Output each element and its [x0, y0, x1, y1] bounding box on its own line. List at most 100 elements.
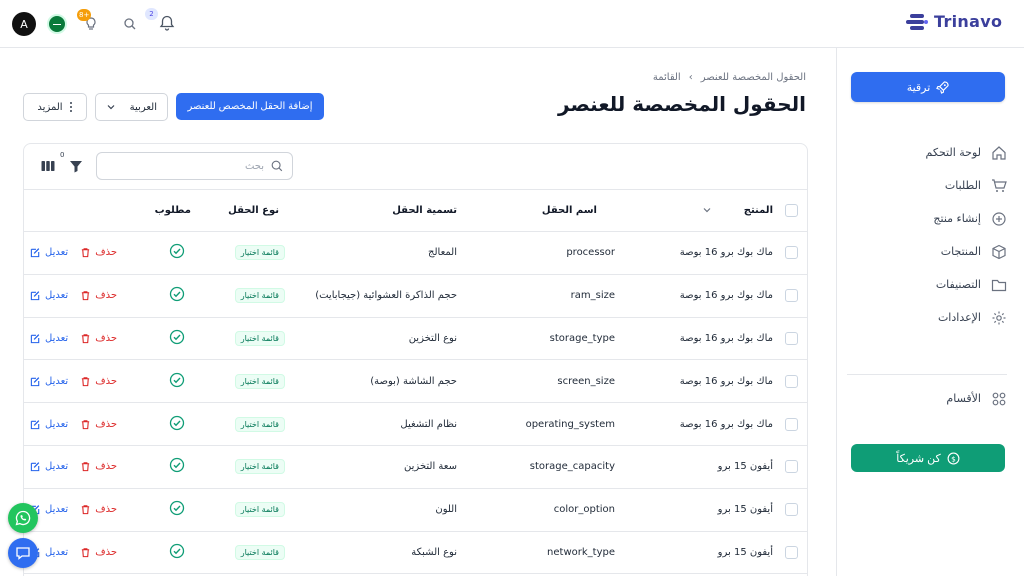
product-cell: ماك بوك برو 16 بوصة: [679, 375, 773, 387]
row-checkbox[interactable]: [784, 331, 798, 345]
field-name-cell: network_type: [547, 546, 615, 558]
breadcrumb: الحقول المخصصة للعنصر › القائمة: [653, 72, 806, 83]
edit-icon: [30, 334, 40, 344]
upgrade-label: ترقية: [906, 81, 931, 94]
brand-logo[interactable]: Trinavo: [906, 12, 1002, 31]
actions-cell: حذف تعديل: [24, 317, 123, 360]
sidebar-item-categories[interactable]: التصنيفات: [837, 268, 1024, 301]
sidebar-item-products[interactable]: المنتجات: [837, 235, 1024, 268]
trash-icon: [82, 248, 90, 258]
sidebar-item-settings[interactable]: الإعدادات: [837, 301, 1024, 334]
field-type-badge: قائمة اختيار: [234, 330, 285, 346]
search-input[interactable]: [114, 160, 264, 172]
edit-button[interactable]: تعديل: [30, 333, 68, 344]
product-cell: أيفون 15 برو: [717, 461, 773, 473]
edit-label: تعديل: [45, 546, 69, 558]
check-circle-icon: [169, 329, 185, 345]
sidebar-item-create-product[interactable]: إنشاء منتج: [837, 202, 1024, 235]
sidebar-item-sections[interactable]: الأقسام: [837, 382, 1024, 415]
product-cell: ماك بوك برو 16 بوصة: [679, 418, 773, 430]
field-label-cell: المعالج: [428, 247, 457, 259]
delete-button[interactable]: حذف: [80, 504, 117, 515]
become-partner-button[interactable]: $ كن شريكاً: [851, 444, 1005, 472]
table-search[interactable]: [96, 152, 293, 180]
sidebar-sections: الأقسام: [837, 382, 1024, 415]
trash-icon: [82, 462, 90, 472]
field-type-badge: قائمة اختيار: [234, 288, 285, 304]
plus-circle-icon: [992, 211, 1006, 226]
table-row: أيفون 15 برو color_option اللون قائمة اختيا…: [24, 488, 807, 532]
whatsapp-button[interactable]: [8, 503, 38, 533]
trash-icon: [82, 334, 90, 344]
delete-label: حذف: [95, 290, 118, 302]
check-circle-icon: [169, 457, 185, 473]
table-row: ماك بوك برو 16 بوصة operating_system نظام …: [24, 403, 807, 446]
actions-cell: حذف تعديل: [24, 403, 123, 446]
delete-button[interactable]: حذف: [80, 419, 117, 430]
field-type-cell: قائمة اختيار: [193, 531, 293, 574]
edit-label: تعديل: [45, 332, 69, 344]
upgrade-button[interactable]: ترقية: [851, 72, 1005, 102]
row-checkbox[interactable]: [784, 503, 798, 517]
field-label-cell: اللون: [435, 504, 457, 516]
column-header-product[interactable]: المنتج: [623, 190, 773, 232]
filter-count: 0: [60, 151, 65, 159]
sidebar-item-dashboard[interactable]: لوحة التحكم: [837, 136, 1024, 169]
edit-label: تعديل: [45, 461, 69, 473]
row-checkbox[interactable]: [784, 545, 798, 559]
required-cell: [123, 488, 193, 531]
edit-label: تعديل: [45, 290, 69, 302]
row-checkbox[interactable]: [784, 417, 798, 431]
product-cell: أيفون 15 برو: [717, 546, 773, 558]
whatsapp-icon: [15, 510, 31, 526]
delete-button[interactable]: حذف: [80, 290, 117, 301]
row-checkbox[interactable]: [784, 374, 798, 388]
filter-icon[interactable]: [68, 158, 84, 174]
more-button[interactable]: المزيد: [23, 93, 87, 121]
sidebar-item-label: الأقسام: [946, 392, 981, 405]
row-checkbox[interactable]: [784, 246, 798, 260]
edit-button[interactable]: تعديل: [30, 419, 68, 430]
add-custom-field-button[interactable]: إضافة الحقل المخصص للعنصر: [176, 93, 324, 120]
sidebar-item-label: لوحة التحكم: [925, 146, 981, 159]
delete-button[interactable]: حذف: [80, 333, 117, 344]
sidebar-item-orders[interactable]: الطلبات: [837, 169, 1024, 202]
delete-button[interactable]: حذف: [80, 461, 117, 472]
product-cell: ماك بوك برو 16 بوصة: [679, 290, 773, 302]
field-type-badge: قائمة اختيار: [234, 373, 285, 389]
delete-button[interactable]: حذف: [80, 247, 117, 258]
chat-button[interactable]: [8, 538, 38, 568]
field-name-cell: color_option: [553, 504, 615, 516]
row-checkbox[interactable]: [784, 460, 798, 474]
row-checkbox[interactable]: [784, 289, 798, 303]
delete-button[interactable]: حذف: [80, 376, 117, 387]
bulb-badge: +8: [77, 9, 92, 21]
edit-button[interactable]: تعديل: [30, 461, 68, 472]
breadcrumb-list-link[interactable]: القائمة: [653, 72, 681, 83]
check-circle-icon: [169, 286, 185, 302]
columns-icon[interactable]: [40, 158, 56, 174]
field-type-badge: قائمة اختيار: [234, 416, 285, 432]
field-type-cell: قائمة اختيار: [193, 403, 293, 446]
edit-button[interactable]: تعديل: [30, 290, 68, 301]
search-icon[interactable]: [122, 16, 138, 32]
edit-button[interactable]: تعديل: [30, 247, 68, 258]
bell-icon[interactable]: [156, 14, 176, 34]
edit-icon: [30, 377, 40, 386]
gear-icon: [992, 311, 1006, 324]
edit-label: تعديل: [45, 375, 69, 387]
edit-button[interactable]: تعديل: [30, 376, 68, 387]
saudi-flag-icon[interactable]: [47, 14, 67, 34]
product-cell: ماك بوك برو 16 بوصة: [679, 247, 773, 259]
user-avatar[interactable]: A: [12, 12, 36, 36]
delete-button[interactable]: حذف: [80, 547, 117, 558]
check-circle-icon: [169, 243, 185, 259]
column-header-field-type[interactable]: نوع الحقل: [193, 190, 293, 232]
field-type-cell: قائمة اختيار: [193, 488, 293, 531]
check-circle-icon: [169, 372, 185, 388]
column-header-required[interactable]: مطلوب: [123, 190, 193, 232]
language-select[interactable]: العربية: [95, 93, 168, 121]
column-header-field-name[interactable]: اسم الحقل: [483, 190, 623, 232]
column-header-field-label[interactable]: تسمية الحقل: [293, 190, 483, 232]
select-all-checkbox[interactable]: [784, 204, 798, 217]
